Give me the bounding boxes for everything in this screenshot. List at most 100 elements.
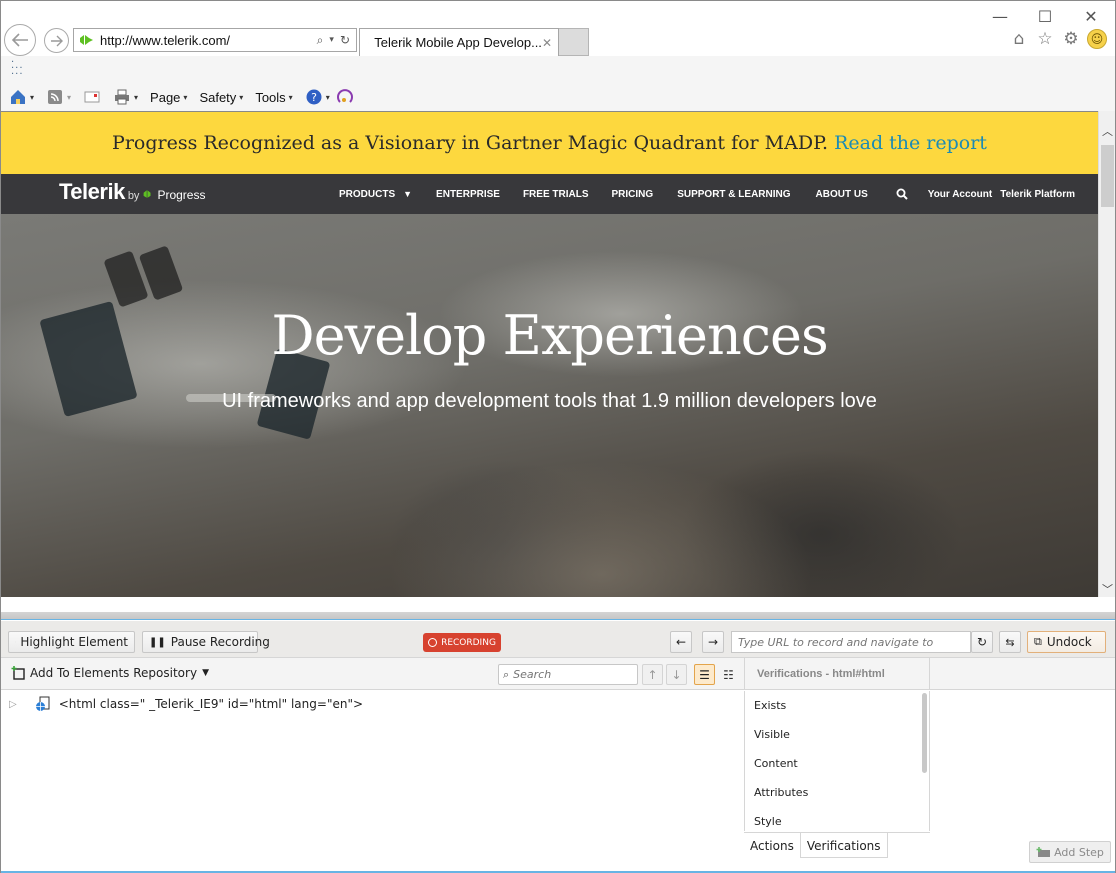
announcement-banner: Progress Recognized as a Visionary in Ga…: [1, 112, 1098, 174]
record-circle-icon: [428, 638, 438, 647]
home-icon[interactable]: ⌂: [1009, 29, 1029, 49]
brand-by: by: [127, 190, 140, 202]
gear-icon[interactable]: ⚙: [1061, 29, 1081, 49]
close-window-button[interactable]: ✕: [1076, 7, 1106, 26]
minimize-button[interactable]: —: [985, 7, 1015, 26]
nav-about-us[interactable]: ABOUT US: [816, 189, 868, 200]
recorder-panel: Highlight Element ❚❚ Pause Recording REC…: [1, 621, 1115, 873]
tree-view-toggle[interactable]: ☰: [694, 664, 715, 685]
maximize-button[interactable]: ☐: [1030, 7, 1060, 26]
safety-menu[interactable]: Safety ▾: [199, 90, 243, 105]
help-button[interactable]: ? ▾: [305, 88, 330, 106]
pause-recording-button[interactable]: ❚❚ Pause Recording: [142, 631, 270, 653]
feedback-smiley-icon[interactable]: ☺: [1087, 29, 1107, 49]
verification-style[interactable]: Style: [745, 807, 929, 831]
address-dropdown-icon[interactable]: ▾: [329, 35, 334, 45]
address-bar[interactable]: http://www.telerik.com/ ⌕ ▾ ↻: [73, 28, 357, 52]
scroll-up-icon[interactable]: ︿: [1099, 123, 1116, 140]
command-bar-area: · ··· ··· ▾ ▾ ▾ Page ▾ Safety ▾ Tools ▾ ? ▾: [1, 56, 1115, 111]
close-tab-icon[interactable]: ✕: [542, 36, 552, 50]
tree-node-html[interactable]: ▷ <html class=" _Telerik_IE9" id="html" …: [9, 696, 363, 712]
nav-enterprise[interactable]: ENTERPRISE: [436, 189, 500, 200]
chevron-down-icon: ▼: [202, 668, 209, 678]
chevron-down-icon: ▾: [30, 92, 35, 102]
read-report-link[interactable]: Read the report: [834, 132, 987, 154]
search-down-button[interactable]: ↓: [666, 664, 687, 685]
tab-actions[interactable]: Actions: [744, 833, 800, 858]
favorites-star-icon[interactable]: ☆: [1035, 29, 1055, 49]
refresh-icon: ↻: [976, 635, 988, 649]
address-url[interactable]: http://www.telerik.com/: [100, 33, 317, 48]
feeds-button[interactable]: ▾: [46, 88, 71, 106]
element-search-input[interactable]: [513, 668, 624, 681]
arrow-up-icon: ↑: [647, 667, 658, 682]
scroll-down-icon[interactable]: ﹀: [1099, 581, 1116, 598]
verification-list-scrollbar[interactable]: [922, 693, 927, 773]
add-to-elements-repository-button[interactable]: Add To Elements Repository ▼: [11, 666, 209, 680]
mail-button[interactable]: [83, 88, 101, 106]
arrow-left-icon: [11, 33, 28, 47]
page-scrollbar[interactable]: ︿ ﹀: [1098, 111, 1115, 597]
recorder-button[interactable]: [336, 88, 354, 106]
hierarchy-view-toggle[interactable]: ☷: [718, 664, 739, 685]
forward-button[interactable]: [44, 28, 69, 53]
undock-button[interactable]: ⧉ Undock: [1027, 631, 1106, 653]
progress-logo-icon: [144, 190, 151, 198]
verification-exists[interactable]: Exists: [745, 691, 929, 720]
help-icon: ?: [306, 89, 322, 105]
scrollbar-thumb[interactable]: [1101, 145, 1114, 207]
tab-title: Telerik Mobile App Develop...: [374, 35, 542, 50]
refresh-icon[interactable]: ↻: [340, 33, 350, 47]
back-button[interactable]: [4, 24, 36, 56]
home-icon: [11, 90, 25, 104]
recorder-refresh-button[interactable]: ↻: [971, 631, 993, 653]
chevron-down-icon[interactable]: ▼: [403, 189, 412, 199]
hierarchy-list-icon: ☷: [723, 667, 734, 682]
hero-subtitle: UI frameworks and app development tools …: [222, 390, 877, 412]
arrow-right-icon: →: [707, 635, 719, 649]
print-button[interactable]: ▾: [113, 88, 138, 106]
recorder-forward-button[interactable]: →: [702, 631, 724, 653]
search-icon[interactable]: ⌕: [317, 33, 324, 48]
add-to-elements-repository-label: Add To Elements Repository: [30, 666, 198, 680]
printer-icon: [115, 89, 130, 105]
nav-your-account[interactable]: Your Account: [928, 189, 992, 200]
chevron-down-icon: ▾: [183, 92, 188, 102]
verification-visible[interactable]: Visible: [745, 720, 929, 749]
tree-list-icon: ☰: [699, 667, 710, 682]
recorder-back-button[interactable]: ←: [670, 631, 692, 653]
search-up-button[interactable]: ↑: [642, 664, 663, 685]
undock-icon: ⧉: [1034, 635, 1042, 648]
verification-attributes[interactable]: Attributes: [745, 778, 929, 807]
new-tab-button[interactable]: [559, 28, 589, 56]
panel-splitter[interactable]: [1, 612, 1115, 620]
record-url-input[interactable]: [731, 631, 971, 653]
tools-menu[interactable]: Tools ▾: [255, 90, 292, 105]
search-icon[interactable]: [896, 188, 908, 200]
nav-pricing[interactable]: PRICING: [612, 189, 654, 200]
tab-verifications[interactable]: Verifications: [799, 833, 888, 858]
highlight-element-button[interactable]: Highlight Element: [8, 631, 135, 653]
tab-telerik[interactable]: Telerik Mobile App Develop... ✕: [359, 28, 559, 56]
toolbar-grip-icon[interactable]: · ··· ···: [11, 58, 24, 80]
telerik-logo[interactable]: Telerik by Progress: [59, 179, 205, 205]
panel-tabs: Actions Verifications: [744, 832, 930, 858]
swap-browser-button[interactable]: ⇆: [999, 631, 1021, 653]
page-menu[interactable]: Page ▾: [150, 90, 187, 105]
viewport-footer: [1, 597, 1115, 613]
verification-content[interactable]: Content: [745, 749, 929, 778]
safety-menu-label: Safety: [199, 89, 237, 105]
element-search[interactable]: ⌕: [498, 664, 638, 685]
arrow-right-icon: [50, 35, 63, 46]
swap-icon: ⇆: [1005, 635, 1015, 649]
nav-support-learning[interactable]: SUPPORT & LEARNING: [677, 189, 790, 200]
arrow-down-icon: ↓: [671, 667, 682, 682]
nav-free-trials[interactable]: FREE TRIALS: [523, 189, 589, 200]
chevron-down-icon: ▾: [67, 92, 72, 102]
nav-products[interactable]: PRODUCTS: [339, 189, 395, 200]
highlight-element-label: Highlight Element: [20, 635, 128, 649]
home-button[interactable]: ▾: [9, 88, 34, 106]
expand-arrow-icon[interactable]: ▷: [9, 699, 17, 710]
add-step-button[interactable]: Add Step: [1029, 841, 1111, 863]
nav-telerik-platform[interactable]: Telerik Platform: [1000, 189, 1075, 200]
